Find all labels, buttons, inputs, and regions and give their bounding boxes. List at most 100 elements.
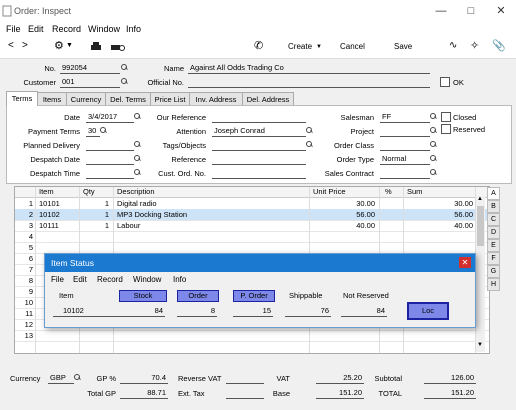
- order-type-field[interactable]: Normal: [380, 154, 430, 165]
- table-row[interactable]: 13: [15, 330, 489, 342]
- cancel-button[interactable]: Cancel: [340, 42, 365, 51]
- attachment-icon[interactable]: 📎: [492, 39, 506, 52]
- tab-items[interactable]: Items: [37, 92, 67, 106]
- printer-icon[interactable]: [90, 42, 102, 52]
- qty-cell[interactable]: 1: [81, 220, 109, 231]
- menu-record[interactable]: Record: [97, 275, 123, 284]
- expand-icon[interactable]: ✧: [470, 39, 479, 52]
- item-cell[interactable]: 10102: [39, 209, 77, 220]
- unit-price-cell[interactable]: 30.00: [311, 198, 375, 209]
- currency-field[interactable]: GBP: [48, 373, 74, 384]
- sum-cell[interactable]: 40.00: [405, 220, 473, 231]
- paste-pin-icon[interactable]: [74, 374, 80, 380]
- no-field[interactable]: 992054: [60, 63, 120, 74]
- paste-pin-icon[interactable]: [430, 127, 436, 133]
- next-record-icon[interactable]: >: [22, 40, 28, 51]
- payment-terms-field[interactable]: 30: [86, 126, 100, 137]
- order-button[interactable]: Order: [177, 290, 219, 302]
- column-header-description[interactable]: Description: [117, 187, 155, 198]
- pct-cell[interactable]: [381, 220, 401, 231]
- phone-icon[interactable]: ✆: [254, 39, 263, 52]
- column-header-qty[interactable]: Qty: [83, 187, 95, 198]
- create-chevron-icon[interactable]: ▼: [316, 44, 322, 50]
- despatch-time-field[interactable]: [86, 168, 134, 179]
- attention-field[interactable]: Joseph Conrad: [212, 126, 306, 137]
- side-tab-g[interactable]: G: [487, 265, 500, 278]
- side-tab-d[interactable]: D: [487, 226, 500, 239]
- cust-ord-no-field[interactable]: [212, 168, 306, 179]
- menu-edit[interactable]: Edit: [73, 275, 87, 284]
- customer-field[interactable]: 001: [60, 77, 120, 88]
- tab-currency[interactable]: Currency: [66, 92, 106, 106]
- order-class-field[interactable]: [380, 140, 430, 151]
- item-cell[interactable]: 10101: [39, 198, 77, 209]
- loc-button[interactable]: Loc: [407, 302, 449, 320]
- planned-delivery-field[interactable]: [86, 140, 134, 151]
- grid-scrollbar[interactable]: ▲ ▼: [476, 196, 485, 352]
- previous-record-icon[interactable]: <: [8, 40, 14, 51]
- menu-window[interactable]: Window: [133, 275, 161, 284]
- description-cell[interactable]: [117, 330, 305, 341]
- create-button[interactable]: Create: [288, 42, 312, 51]
- qty-cell[interactable]: [81, 242, 109, 253]
- scroll-down-icon[interactable]: ▼: [477, 342, 483, 348]
- despatch-date-field[interactable]: [86, 154, 134, 165]
- pct-cell[interactable]: [381, 330, 401, 341]
- salesman-field[interactable]: FF: [380, 112, 430, 123]
- sales-contract-field[interactable]: [380, 168, 430, 179]
- side-tab-f[interactable]: F: [487, 252, 500, 265]
- pct-cell[interactable]: [381, 242, 401, 253]
- column-header-pct[interactable]: %: [385, 187, 392, 198]
- save-button[interactable]: Save: [394, 42, 412, 51]
- date-field[interactable]: 3/4/2017: [86, 112, 134, 123]
- sum-cell[interactable]: [405, 330, 473, 341]
- menu-record[interactable]: Record: [52, 24, 81, 34]
- side-tab-e[interactable]: E: [487, 239, 500, 252]
- paste-pin-icon[interactable]: [121, 78, 127, 84]
- pct-cell[interactable]: [381, 209, 401, 220]
- item-cell[interactable]: [39, 242, 77, 253]
- qty-cell[interactable]: [81, 330, 109, 341]
- pct-cell[interactable]: [381, 198, 401, 209]
- unit-price-cell[interactable]: [311, 242, 375, 253]
- tab-del-terms[interactable]: Del. Terms: [105, 92, 151, 106]
- sum-cell[interactable]: [405, 231, 473, 242]
- side-tab-h[interactable]: H: [487, 278, 500, 291]
- column-header-item[interactable]: Item: [39, 187, 54, 198]
- closed-checkbox[interactable]: [441, 112, 451, 122]
- purchase-order-button[interactable]: P. Order: [233, 290, 275, 302]
- scrollbar-thumb[interactable]: [477, 206, 484, 246]
- print-preview-icon[interactable]: [110, 42, 126, 52]
- paste-pin-icon[interactable]: [121, 64, 127, 70]
- tab-price-list[interactable]: Price List: [150, 92, 190, 106]
- unit-price-cell[interactable]: 40.00: [311, 220, 375, 231]
- item-cell[interactable]: [39, 231, 77, 242]
- item-cell[interactable]: [39, 330, 77, 341]
- unit-price-cell[interactable]: [311, 231, 375, 242]
- paste-pin-icon[interactable]: [430, 155, 436, 161]
- project-field[interactable]: [380, 126, 430, 137]
- pct-cell[interactable]: [381, 231, 401, 242]
- paste-pin-icon[interactable]: [100, 127, 106, 133]
- tab-del-address[interactable]: Del. Address: [242, 92, 294, 106]
- description-cell[interactable]: Digital radio: [117, 198, 305, 209]
- description-cell[interactable]: Labour: [117, 220, 305, 231]
- column-header-unit-price[interactable]: Unit Price: [313, 187, 346, 198]
- item-cell[interactable]: 10111: [39, 220, 77, 231]
- sum-cell[interactable]: 56.00: [405, 209, 473, 220]
- qty-cell[interactable]: 1: [81, 209, 109, 220]
- paste-pin-icon[interactable]: [430, 141, 436, 147]
- description-cell[interactable]: MP3 Docking Station: [117, 209, 305, 220]
- menu-file[interactable]: File: [51, 275, 64, 284]
- sum-cell[interactable]: [405, 242, 473, 253]
- qty-cell[interactable]: 1: [81, 198, 109, 209]
- menu-info[interactable]: Info: [126, 24, 141, 34]
- paste-pin-icon[interactable]: [430, 169, 436, 175]
- scroll-up-icon[interactable]: ▲: [477, 196, 483, 202]
- menu-info[interactable]: Info: [173, 275, 186, 284]
- side-tab-c[interactable]: C: [487, 213, 500, 226]
- unit-price-cell[interactable]: [311, 330, 375, 341]
- menu-file[interactable]: File: [6, 24, 21, 34]
- our-reference-field[interactable]: [212, 112, 306, 123]
- menu-edit[interactable]: Edit: [28, 24, 44, 34]
